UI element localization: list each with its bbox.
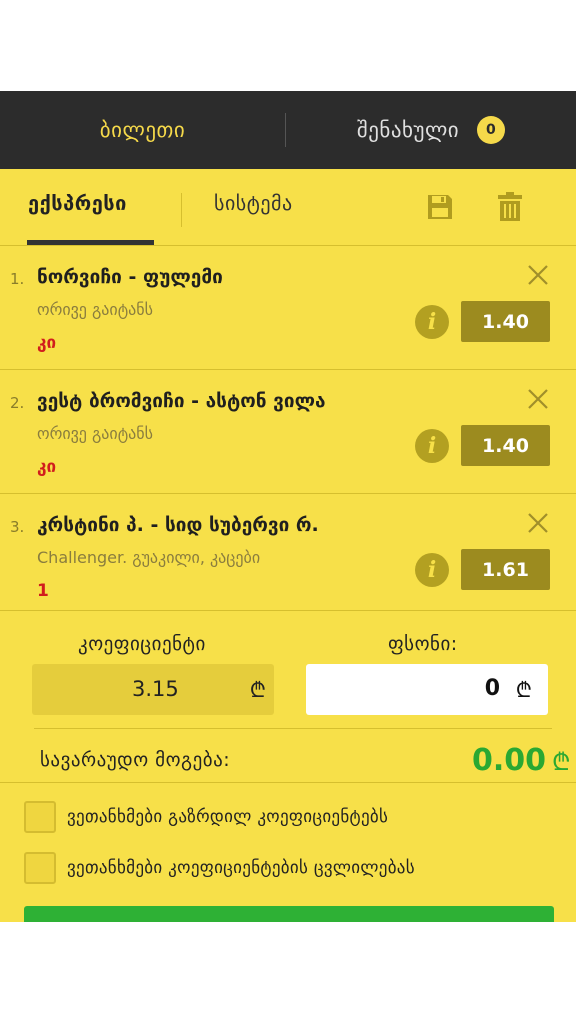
total-odds-label: კოეფიციენტი: [78, 633, 206, 655]
bet-match-title: ნორვიჩი - ფულემი: [37, 266, 223, 288]
accept-odds-change-label: ვეთანხმები კოეფიციენტების ცვლილებას: [67, 858, 415, 878]
accept-increased-odds-row[interactable]: ვეთანხმები გაზრდილ კოეფიციენტებს: [24, 801, 388, 833]
stake-input[interactable]: 0 ₾: [306, 664, 548, 715]
trash-icon[interactable]: [497, 191, 523, 223]
saved-count-badge: 0: [477, 116, 506, 144]
betslip-tabs: ექსპრესი სისტემა: [0, 169, 576, 246]
accept-odds-change-checkbox[interactable]: [24, 852, 56, 884]
header-bar: ბილეთი შენახული 0: [0, 91, 576, 169]
stake-value: 0: [484, 676, 500, 701]
bottom-blank-area: [0, 922, 576, 1024]
bet-number: 3.: [10, 518, 25, 536]
save-icon[interactable]: [426, 193, 454, 221]
tab-saved[interactable]: შენახული 0: [286, 91, 576, 169]
possible-win-value: 0.00: [472, 743, 547, 778]
stake-label: ფსონი:: [388, 633, 458, 655]
subtab-divider: [181, 193, 182, 227]
lari-currency-icon: ₾: [515, 678, 532, 702]
bet-pick: კი: [37, 333, 57, 353]
tab-system[interactable]: სისტემა: [214, 191, 293, 215]
info-icon[interactable]: i: [415, 429, 449, 463]
betslip-panel: ექსპრესი სისტემა 1. ნორვიჩი - ფულემი ორი…: [0, 169, 576, 926]
bet-market: ორივე გაიტანს: [37, 300, 154, 319]
active-tab-underline: [27, 240, 154, 245]
accept-odds-change-row[interactable]: ვეთანხმები კოეფიციენტების ცვლილებას: [24, 852, 415, 884]
tab-express[interactable]: ექსპრესი: [28, 191, 127, 215]
bet-odd[interactable]: 1.61: [461, 549, 550, 590]
accept-increased-odds-checkbox[interactable]: [24, 801, 56, 833]
bet-match-title: კრსტინი პ. - სიდ სუბერვი რ.: [37, 514, 319, 536]
bet-match-title: ვესტ ბრომვიჩი - ასტონ ვილა: [37, 390, 326, 412]
close-icon[interactable]: [526, 263, 550, 287]
top-blank-area: [0, 0, 576, 91]
tab-saved-label: შენახული: [356, 118, 460, 142]
divider: [0, 782, 576, 783]
bet-odd[interactable]: 1.40: [461, 425, 550, 466]
possible-win-label: სავარაუდო მოგება:: [40, 749, 231, 771]
bet-market: Challenger. გუაკილი, კაცები: [37, 548, 261, 567]
lari-currency-icon: ₾: [249, 678, 266, 702]
total-odds-value: 3.15: [132, 677, 179, 701]
bet-pick: 1: [37, 581, 49, 601]
total-odds-field: 3.15 ₾: [32, 664, 274, 715]
bet-pick: კი: [37, 457, 57, 477]
bet-item: 3. კრსტინი პ. - სიდ სუბერვი რ. Challenge…: [0, 494, 576, 611]
bet-item: 2. ვესტ ბრომვიჩი - ასტონ ვილა ორივე გაიტ…: [0, 370, 576, 494]
tab-ticket-label: ბილეთი: [99, 118, 186, 142]
bet-odd[interactable]: 1.40: [461, 301, 550, 342]
tab-ticket[interactable]: ბილეთი: [0, 91, 285, 169]
info-icon[interactable]: i: [415, 553, 449, 587]
info-icon[interactable]: i: [415, 305, 449, 339]
bet-number: 2.: [10, 394, 25, 412]
bet-item: 1. ნორვიჩი - ფულემი ორივე გაიტანს კი i 1…: [0, 246, 576, 370]
bet-market: ორივე გაიტანს: [37, 424, 154, 443]
lari-currency-icon: ₾: [552, 748, 571, 776]
close-icon[interactable]: [526, 511, 550, 535]
divider: [34, 728, 552, 729]
bet-number: 1.: [10, 270, 25, 288]
accept-increased-odds-label: ვეთანხმები გაზრდილ კოეფიციენტებს: [67, 807, 389, 827]
close-icon[interactable]: [526, 387, 550, 411]
